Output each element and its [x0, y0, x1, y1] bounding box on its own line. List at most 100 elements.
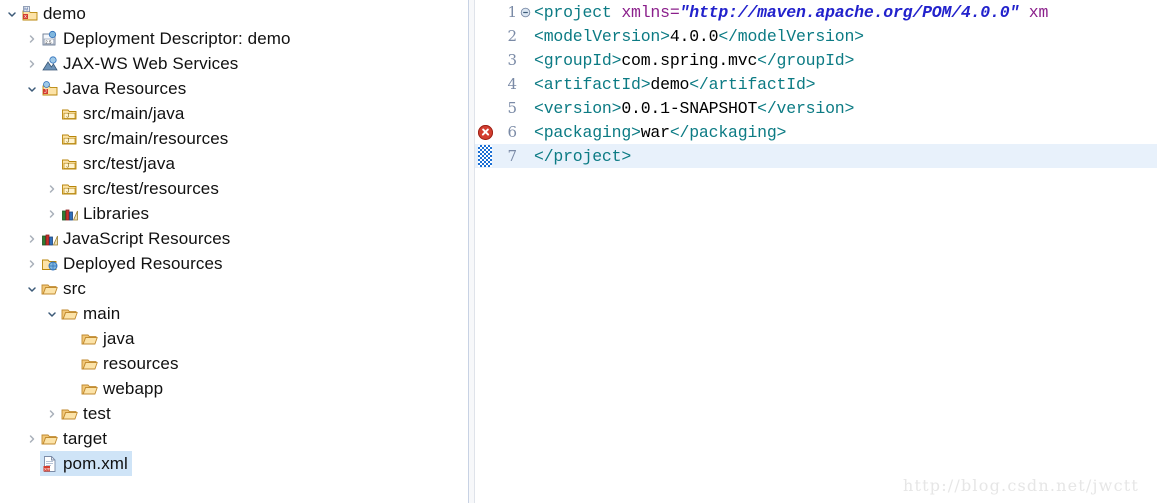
tree-row-hit[interactable]: Mx demo: [20, 1, 86, 26]
tree-item-label: src: [63, 278, 86, 298]
folder-icon: [60, 401, 79, 426]
tree-row[interactable]: J Java Resources: [0, 76, 468, 101]
tree-item-label: test: [83, 403, 111, 423]
code-line[interactable]: 1 <project xmlns="http://maven.apache.org…: [475, 0, 1157, 24]
line-number: 7: [507, 147, 517, 165]
tree-row-hit[interactable]: J Java Resources: [40, 76, 186, 101]
twisty-expanded-icon[interactable]: [24, 276, 40, 301]
tree-row-hit[interactable]: Jsrc/main/java: [60, 101, 184, 126]
tree-item-label: target: [63, 428, 108, 448]
gutter-marker-empty: [475, 96, 495, 120]
tree-row[interactable]: Libraries: [0, 201, 468, 226]
code-token: </modelVersion>: [718, 26, 864, 46]
code-line[interactable]: 3 <groupId>com.spring.mvc</groupId>: [475, 48, 1157, 72]
tree-row-hit[interactable]: main: [60, 301, 120, 326]
libraries-icon: [40, 226, 59, 251]
twisty-collapsed-icon[interactable]: [24, 51, 40, 76]
code-line[interactable]: 7 </project>: [475, 144, 1157, 168]
fold-collapse-icon[interactable]: [519, 7, 532, 18]
svg-text:J: J: [66, 163, 69, 169]
tree-row[interactable]: Deployed Resources: [0, 251, 468, 276]
tree-row[interactable]: Jsrc/main/resources: [0, 126, 468, 151]
code-line-text: <artifactId>demo</artifactId>: [532, 75, 816, 94]
tree-row-hit[interactable]: src: [40, 276, 86, 301]
tree-item-label: webapp: [103, 378, 164, 398]
tree-row[interactable]: Jsrc/test/java: [0, 151, 468, 176]
tree-row[interactable]: test: [0, 401, 468, 426]
code-line[interactable]: 6 <packaging>war</packaging>: [475, 120, 1157, 144]
twisty-collapsed-icon[interactable]: [24, 426, 40, 451]
tree-item-label: src/test/resources: [83, 178, 219, 198]
code-token: "http://maven.apache.org/POM/4.0.0": [679, 2, 1020, 22]
line-number: 5: [507, 99, 517, 117]
tree-row[interactable]: resources: [0, 351, 468, 376]
tree-row[interactable]: xml pom.xml: [0, 451, 468, 476]
code-line-text: <packaging>war</packaging>: [532, 123, 786, 142]
tree-item-label: Deployed Resources: [63, 253, 223, 273]
gutter-marker-empty: [475, 72, 495, 96]
twisty-collapsed-icon[interactable]: [44, 176, 60, 201]
twisty-collapsed-icon[interactable]: [24, 226, 40, 251]
code-token: <packaging>: [534, 122, 641, 142]
tree-row-hit[interactable]: Jsrc/test/resources: [60, 176, 219, 201]
tree-row[interactable]: java: [0, 326, 468, 351]
code-line[interactable]: 5 <version>0.0.1-SNAPSHOT</version>: [475, 96, 1157, 120]
twisty-expanded-icon[interactable]: [24, 76, 40, 101]
panel-divider[interactable]: [468, 0, 475, 503]
code-line-text: <modelVersion>4.0.0</modelVersion>: [532, 27, 864, 46]
gutter-marker-empty: [475, 24, 495, 48]
tree-row-hit[interactable]: JavaScript Resources: [40, 226, 230, 251]
twisty-collapsed-icon[interactable]: [44, 401, 60, 426]
tree-row-hit[interactable]: resources: [80, 351, 179, 376]
code-token: </groupId>: [757, 50, 855, 70]
project-tree[interactable]: Mx demo 2.5 Deployment Descriptor: demo JAX-…: [0, 0, 468, 476]
code-token: </packaging>: [669, 122, 787, 142]
code-token: </project>: [534, 146, 632, 166]
tree-row-hit[interactable]: Deployed Resources: [40, 251, 223, 276]
folder-icon: [40, 276, 59, 301]
tree-row[interactable]: webapp: [0, 376, 468, 401]
tree-row-hit[interactable]: Jsrc/test/java: [60, 151, 175, 176]
code-token: <project: [534, 2, 622, 22]
twisty-collapsed-icon[interactable]: [24, 251, 40, 276]
twisty-placeholder: [24, 451, 40, 476]
twisty-placeholder: [44, 126, 60, 151]
tree-row-hit[interactable]: target: [40, 426, 107, 451]
changed-line-marker-icon[interactable]: [475, 144, 495, 168]
tree-row-hit[interactable]: Libraries: [60, 201, 149, 226]
twisty-collapsed-icon[interactable]: [24, 26, 40, 51]
tree-row[interactable]: main: [0, 301, 468, 326]
svg-text:2.5: 2.5: [45, 39, 52, 44]
tree-row[interactable]: Jsrc/test/resources: [0, 176, 468, 201]
code-line[interactable]: 2 <modelVersion>4.0.0</modelVersion>: [475, 24, 1157, 48]
error-marker-icon[interactable]: [475, 120, 495, 144]
tree-row-hit[interactable]: test: [60, 401, 111, 426]
source-folder-icon: J: [60, 101, 79, 126]
code-area[interactable]: 1 <project xmlns="http://maven.apache.org…: [475, 0, 1157, 503]
tree-item-label: Deployment Descriptor: demo: [63, 28, 291, 48]
tree-row[interactable]: JAX-WS Web Services: [0, 51, 468, 76]
project-explorer-panel[interactable]: Mx demo 2.5 Deployment Descriptor: demo JAX-…: [0, 0, 468, 503]
tree-row-hit[interactable]: webapp: [80, 376, 163, 401]
tree-item-label: Java Resources: [63, 78, 187, 98]
twisty-collapsed-icon[interactable]: [44, 201, 60, 226]
code-token: </version>: [757, 98, 855, 118]
code-line[interactable]: 4 <artifactId>demo</artifactId>: [475, 72, 1157, 96]
tree-row-hit[interactable]: Jsrc/main/resources: [60, 126, 228, 151]
tree-row[interactable]: Jsrc/main/java: [0, 101, 468, 126]
code-token: 4.0.0: [669, 26, 719, 46]
twisty-expanded-icon[interactable]: [4, 1, 20, 26]
tree-row[interactable]: 2.5 Deployment Descriptor: demo: [0, 26, 468, 51]
tree-row-hit[interactable]: java: [80, 326, 135, 351]
tree-row[interactable]: JavaScript Resources: [0, 226, 468, 251]
tree-row-hit[interactable]: xml pom.xml: [40, 451, 132, 476]
xml-editor-panel[interactable]: 1 <project xmlns="http://maven.apache.org…: [475, 0, 1157, 503]
tree-row[interactable]: src: [0, 276, 468, 301]
twisty-expanded-icon[interactable]: [44, 301, 60, 326]
tree-row-hit[interactable]: 2.5 Deployment Descriptor: demo: [40, 26, 291, 51]
svg-text:M: M: [24, 6, 28, 11]
tree-row[interactable]: Mx demo: [0, 1, 468, 26]
tree-row[interactable]: target: [0, 426, 468, 451]
folder-icon: [80, 376, 99, 401]
tree-row-hit[interactable]: JAX-WS Web Services: [40, 51, 238, 76]
